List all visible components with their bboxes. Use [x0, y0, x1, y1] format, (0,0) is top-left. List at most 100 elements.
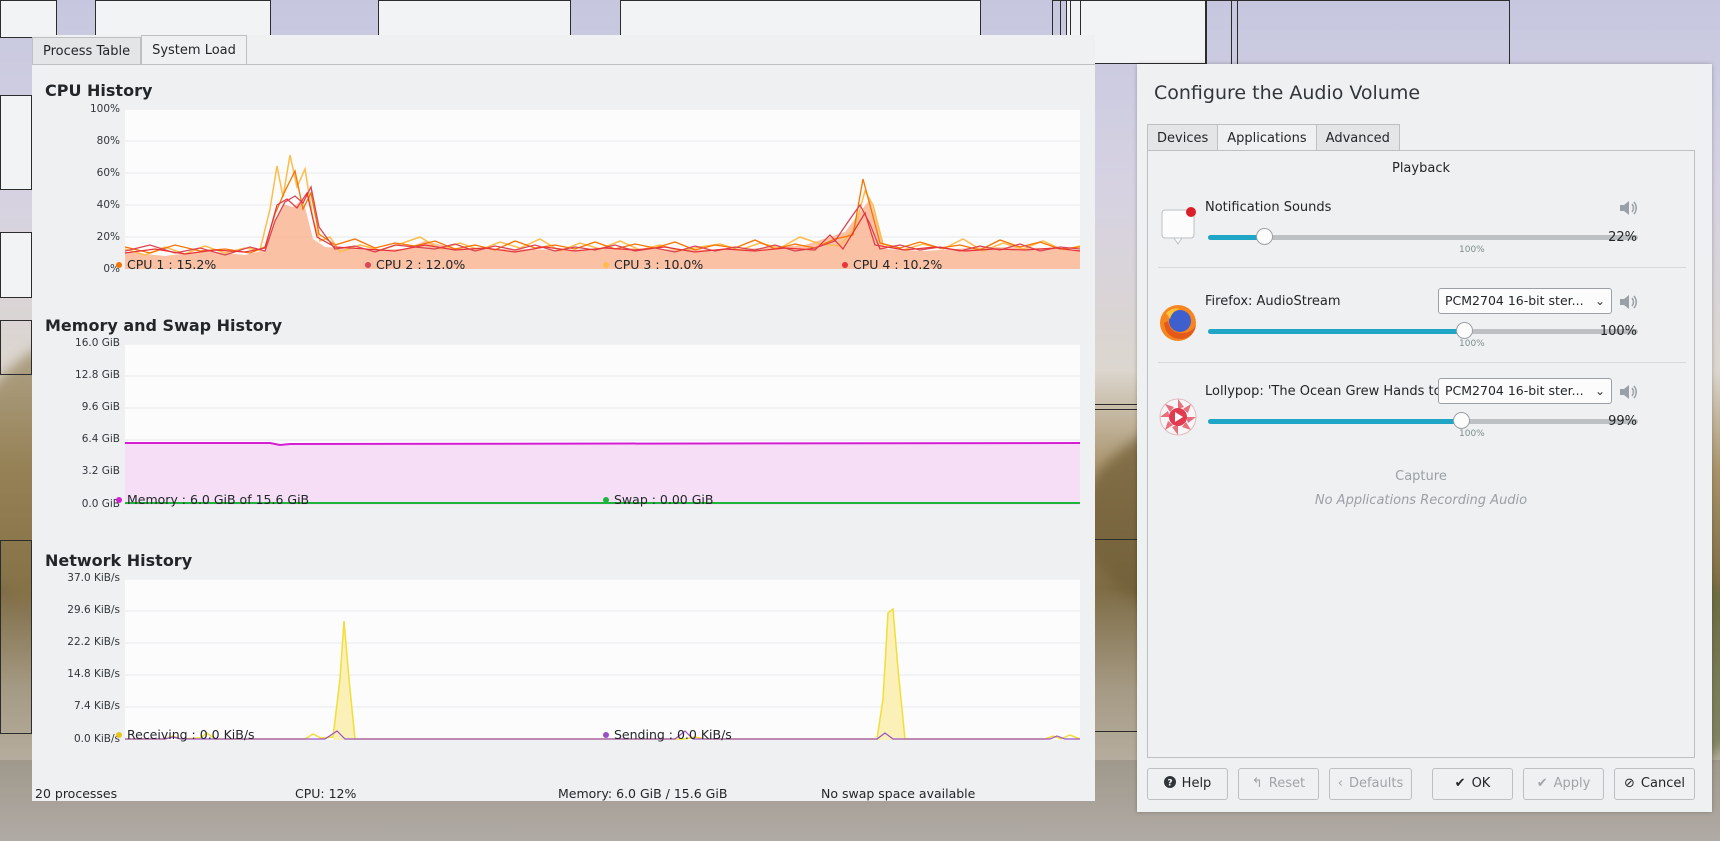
help-button[interactable]: ? Help: [1147, 768, 1228, 800]
chevron-left-icon: ‹: [1337, 776, 1343, 791]
tab-applications[interactable]: Applications: [1217, 124, 1317, 151]
volume-percent: 22%: [1608, 230, 1637, 245]
cpu-ytick: 80%: [96, 135, 120, 147]
playback-heading: Playback: [1391, 161, 1450, 176]
cancel-button[interactable]: ⊘ Cancel: [1614, 768, 1695, 800]
cpu-4-legend: CPU 4 : 10.2%: [842, 257, 942, 272]
help-label: Help: [1181, 776, 1212, 791]
defaults-label: Defaults: [1348, 776, 1404, 791]
status-memory: Memory: 6.0 GiB / 15.6 GiB: [558, 786, 728, 801]
volume-icon[interactable]: [1618, 199, 1640, 217]
reset-button[interactable]: ↰ Reset: [1238, 768, 1319, 800]
ok-label: OK: [1471, 776, 1491, 791]
tab-process-table[interactable]: Process Table: [32, 37, 142, 65]
network-ytick: 14.8 KiB/s: [67, 668, 120, 680]
reset-icon: ↰: [1251, 776, 1263, 791]
slider-handle[interactable]: [1456, 322, 1473, 339]
tab-system-load[interactable]: System Load: [141, 35, 247, 65]
capture-empty-message: No Applications Recording Audio: [1314, 493, 1528, 508]
ok-button[interactable]: ✔ OK: [1432, 768, 1513, 800]
chevron-down-icon: ⌄: [1594, 294, 1605, 308]
audio-tab-bar: Devices Applications Advanced: [1147, 124, 1400, 151]
status-swap: No swap space available: [821, 786, 976, 801]
check-icon: ✔: [1454, 776, 1466, 791]
firefox-icon: [1158, 303, 1198, 343]
check-icon: ✔: [1536, 776, 1548, 791]
cpu-ytick: 20%: [96, 231, 120, 243]
network-ytick: 37.0 KiB/s: [67, 572, 120, 584]
lollypop-volume-slider[interactable]: [1208, 412, 1638, 429]
cpu-3-legend: CPU 3 : 10.0%: [603, 257, 703, 272]
cpu-ytick: 100%: [89, 103, 120, 115]
lollypop-icon: [1158, 397, 1198, 437]
hundred-percent-mark: 100%: [1459, 429, 1485, 439]
slider-handle[interactable]: [1256, 228, 1273, 245]
sending-legend: Sending : 0.0 KiB/s: [603, 727, 732, 742]
swap-dot: [603, 496, 609, 503]
sysmon-tab-bar: Process Table System Load: [32, 35, 247, 65]
cpu-2-legend-label: CPU 2 : 12.0%: [376, 257, 466, 272]
dialog-title: Configure the Audio Volume: [1154, 82, 1421, 104]
cpu-history-svg: [125, 109, 1080, 269]
background-window-outline: [0, 232, 32, 298]
cpu-1-legend-label: CPU 1 : 15.2%: [127, 257, 217, 272]
status-processes: 20 processes: [35, 786, 118, 801]
tab-devices[interactable]: Devices: [1147, 124, 1219, 151]
memory-ytick: 0.0 GiB: [81, 498, 120, 510]
receiving-legend-label: Receiving : 0.0 KiB/s: [127, 727, 255, 742]
memory-ytick: 16.0 GiB: [75, 337, 120, 349]
stream-name-notification: Notification Sounds: [1205, 200, 1332, 215]
memory-legend: Memory : 6.0 GiB of 15.6 GiB: [116, 492, 309, 507]
volume-percent: 99%: [1608, 414, 1637, 429]
cpu-history-title: CPU History: [45, 81, 153, 100]
output-device-value: PCM2704 16-bit ster...: [1445, 383, 1584, 398]
cpu-ytick: 0%: [103, 263, 120, 275]
memory-history-plot: [125, 344, 1080, 505]
system-monitor-window: Process Table System Load CPU History 10…: [32, 35, 1095, 801]
audio-volume-dialog: Configure the Audio Volume Devices Appli…: [1137, 64, 1712, 812]
cpu-1-dot: [116, 261, 122, 268]
volume-icon[interactable]: [1618, 293, 1640, 311]
firefox-volume-slider[interactable]: [1208, 322, 1638, 339]
cpu-ytick: 60%: [96, 167, 120, 179]
stream-name-firefox: Firefox: AudioStream: [1205, 294, 1341, 309]
memory-legend-label: Memory : 6.0 GiB of 15.6 GiB: [127, 492, 310, 507]
network-ytick: 22.2 KiB/s: [67, 636, 120, 648]
capture-heading: Capture: [1395, 469, 1447, 484]
memory-ytick: 6.4 GiB: [81, 433, 120, 445]
swap-legend: Swap : 0.00 GiB: [603, 492, 713, 507]
cpu-4-legend-label: CPU 4 : 10.2%: [853, 257, 943, 272]
swap-legend-label: Swap : 0.00 GiB: [614, 492, 714, 507]
defaults-button[interactable]: ‹ Defaults: [1329, 768, 1412, 800]
background-window-outline: [620, 0, 981, 38]
stream-name-lollypop: Lollypop: 'The Ocean Grew Hands to H...: [1205, 384, 1468, 399]
network-history-plot: [125, 579, 1080, 740]
cpu-2-dot: [365, 261, 371, 268]
network-ytick: 7.4 KiB/s: [73, 700, 120, 712]
memory-dot: [116, 496, 122, 503]
output-device-select[interactable]: PCM2704 16-bit ster... ⌄: [1438, 378, 1612, 404]
cpu-3-dot: [603, 261, 609, 268]
memory-ytick: 3.2 GiB: [81, 465, 120, 477]
svg-text:?: ?: [1167, 779, 1172, 789]
slider-fill: [1208, 329, 1464, 334]
volume-percent: 100%: [1599, 324, 1637, 339]
slider-handle[interactable]: [1453, 412, 1470, 429]
reset-label: Reset: [1268, 776, 1306, 791]
network-history-title: Network History: [45, 551, 193, 570]
cpu-4-dot: [842, 261, 848, 268]
background-window-outline: [0, 540, 32, 734]
apply-button[interactable]: ✔ Apply: [1523, 768, 1604, 800]
memory-history-svg: [125, 344, 1080, 505]
hundred-percent-mark: 100%: [1459, 245, 1485, 255]
notification-volume-slider[interactable]: [1208, 228, 1638, 245]
volume-icon[interactable]: [1618, 383, 1640, 401]
receiving-legend: Receiving : 0.0 KiB/s: [116, 727, 255, 742]
output-device-select[interactable]: PCM2704 16-bit ster... ⌄: [1438, 288, 1612, 314]
apply-label: Apply: [1553, 776, 1591, 791]
status-cpu: CPU: 12%: [295, 786, 357, 801]
hundred-percent-mark: 100%: [1459, 339, 1485, 349]
tab-advanced[interactable]: Advanced: [1315, 124, 1400, 151]
cpu-3-legend-label: CPU 3 : 10.0%: [614, 257, 704, 272]
notification-icon: [1160, 206, 1196, 245]
